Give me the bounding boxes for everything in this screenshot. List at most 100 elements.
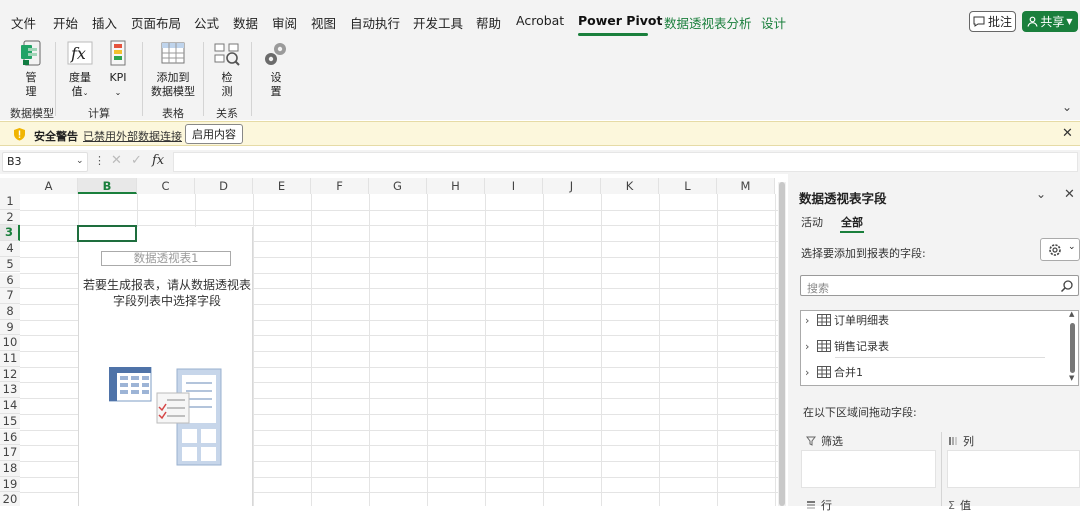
column-header[interactable]: A xyxy=(20,178,78,194)
pivot-table-hint: 若要生成报表，请从数据透视表字段列表中选择字段 xyxy=(83,278,252,308)
menu-automate[interactable]: 自动执行 xyxy=(350,13,400,32)
chevron-down-icon[interactable]: ⌄ xyxy=(76,156,84,166)
column-header[interactable]: I xyxy=(485,178,543,194)
row-header[interactable]: 18 xyxy=(0,460,20,477)
share-icon xyxy=(1027,16,1038,27)
enable-content-button[interactable]: 启用内容 xyxy=(185,124,243,144)
add-to-data-model-button[interactable]: 添加到 数据模型 xyxy=(150,40,196,99)
row-header[interactable]: 19 xyxy=(0,476,20,493)
menu-home[interactable]: 开始 xyxy=(53,13,78,32)
row-header[interactable]: 12 xyxy=(0,366,20,383)
manage-button[interactable]: 管 理 xyxy=(12,40,50,99)
share-button[interactable]: 共享 ▼ xyxy=(1022,11,1078,32)
check-icon[interactable]: ✓ xyxy=(131,153,142,168)
pane-title: 数据透视表字段 xyxy=(799,191,887,206)
list-scrollbar[interactable]: ▲ ▼ xyxy=(1067,310,1078,383)
list-item[interactable]: › 订单明细表 xyxy=(805,311,889,329)
column-header[interactable]: J xyxy=(543,178,601,194)
row-header[interactable]: 15 xyxy=(0,413,20,430)
menu-acrobat[interactable]: Acrobat xyxy=(516,13,564,28)
menu-power-pivot[interactable]: Power Pivot xyxy=(578,13,662,28)
close-icon[interactable]: ✕ xyxy=(1062,126,1073,141)
field-search-input[interactable]: 搜索 xyxy=(800,275,1079,296)
cancel-icon[interactable]: ✕ xyxy=(111,153,122,168)
insert-function-icon[interactable]: fx xyxy=(152,153,164,168)
list-item[interactable]: › 销售记录表 xyxy=(805,337,889,355)
column-header[interactable]: E xyxy=(253,178,311,194)
row-header[interactable]: 14 xyxy=(0,398,20,414)
chevron-right-icon[interactable]: › xyxy=(805,366,814,379)
column-header[interactable]: H xyxy=(427,178,485,194)
svg-text:fx: fx xyxy=(70,44,86,63)
row-header[interactable]: 11 xyxy=(0,351,20,367)
security-warning-message[interactable]: 已禁用外部数据连接 xyxy=(83,128,182,144)
menu-insert[interactable]: 插入 xyxy=(92,13,117,32)
values-area-header: Σ 值 xyxy=(948,497,971,513)
rows-label: 行 xyxy=(821,499,832,512)
group-separator xyxy=(55,42,56,116)
row-header[interactable]: 5 xyxy=(0,256,20,273)
chevron-right-icon[interactable]: › xyxy=(805,340,814,353)
column-header[interactable]: L xyxy=(659,178,717,194)
menu-data[interactable]: 数据 xyxy=(233,13,258,32)
list-item[interactable]: › 合并1 xyxy=(805,363,863,381)
share-label: 共享 xyxy=(1040,15,1065,29)
pivot-table-placeholder[interactable]: 数据透视表1 若要生成报表，请从数据透视表字段列表中选择字段 xyxy=(78,227,253,506)
settings-button[interactable]: 设 置 xyxy=(260,40,292,99)
menu-pivot-analyze[interactable]: 数据透视表分析 xyxy=(664,13,752,32)
tab-all[interactable]: 全部 xyxy=(841,214,863,230)
row-header[interactable]: 1 xyxy=(0,194,20,210)
row-header[interactable]: 4 xyxy=(0,241,20,257)
scrollbar-thumb[interactable] xyxy=(779,182,785,506)
scroll-down-icon[interactable]: ▼ xyxy=(1069,374,1074,382)
menu-help[interactable]: 帮助 xyxy=(476,13,501,32)
detect-button[interactable]: 检 测 xyxy=(211,40,243,99)
ribbon-collapse-icon[interactable]: ⌄ xyxy=(1062,100,1072,114)
row-header[interactable]: 16 xyxy=(0,429,20,446)
column-header[interactable]: F xyxy=(311,178,369,194)
column-header[interactable]: G xyxy=(369,178,427,194)
formula-input[interactable] xyxy=(173,152,1078,172)
close-icon[interactable]: ✕ xyxy=(1064,187,1075,202)
row-header[interactable]: 6 xyxy=(0,272,20,289)
column-header[interactable]: K xyxy=(601,178,659,194)
comments-button[interactable]: 批注 xyxy=(969,11,1016,32)
filters-label: 筛选 xyxy=(821,435,843,448)
column-header[interactable]: M xyxy=(717,178,775,194)
row-header[interactable]: 10 xyxy=(0,335,20,351)
menu-formulas[interactable]: 公式 xyxy=(194,13,219,32)
select-all-corner[interactable] xyxy=(0,178,20,194)
column-header[interactable]: B xyxy=(78,178,137,194)
column-header[interactable]: D xyxy=(195,178,253,194)
scroll-up-icon[interactable]: ▲ xyxy=(1069,310,1074,318)
menu-page-layout[interactable]: 页面布局 xyxy=(131,13,181,32)
chevron-down-icon[interactable]: ⌄ xyxy=(1036,187,1046,201)
list-divider xyxy=(835,357,1045,358)
menu-review[interactable]: 审阅 xyxy=(272,13,297,32)
filters-drop-area[interactable] xyxy=(801,450,936,488)
row-header[interactable]: 20 xyxy=(0,492,20,506)
row-header[interactable]: 2 xyxy=(0,209,20,226)
chevron-right-icon[interactable]: › xyxy=(805,314,814,327)
menu-view[interactable]: 视图 xyxy=(311,13,336,32)
measures-button[interactable]: fx 度量 值⌄ xyxy=(62,40,98,100)
menu-file[interactable]: 文件 xyxy=(11,13,36,32)
row-header[interactable]: 7 xyxy=(0,288,20,304)
field-settings-button[interactable]: ⌄ xyxy=(1040,238,1080,261)
search-icon xyxy=(1060,280,1073,293)
row-header[interactable]: 17 xyxy=(0,445,20,461)
menu-developer[interactable]: 开发工具 xyxy=(413,13,463,32)
kpi-button[interactable]: KPI ⌄ xyxy=(104,40,132,100)
row-header[interactable]: 3 xyxy=(0,225,20,242)
columns-area-header: 列 xyxy=(948,433,974,449)
tab-active[interactable]: 活动 xyxy=(801,214,823,230)
scrollbar-thumb[interactable] xyxy=(1070,323,1075,373)
columns-drop-area[interactable] xyxy=(947,450,1080,488)
row-header[interactable]: 8 xyxy=(0,303,20,320)
row-header[interactable]: 13 xyxy=(0,382,20,399)
selected-cell[interactable] xyxy=(77,225,137,242)
menu-design[interactable]: 设计 xyxy=(761,13,786,32)
column-header[interactable]: C xyxy=(137,178,195,194)
more-options-icon[interactable]: ⋮ xyxy=(94,154,105,167)
row-header[interactable]: 9 xyxy=(0,319,20,336)
